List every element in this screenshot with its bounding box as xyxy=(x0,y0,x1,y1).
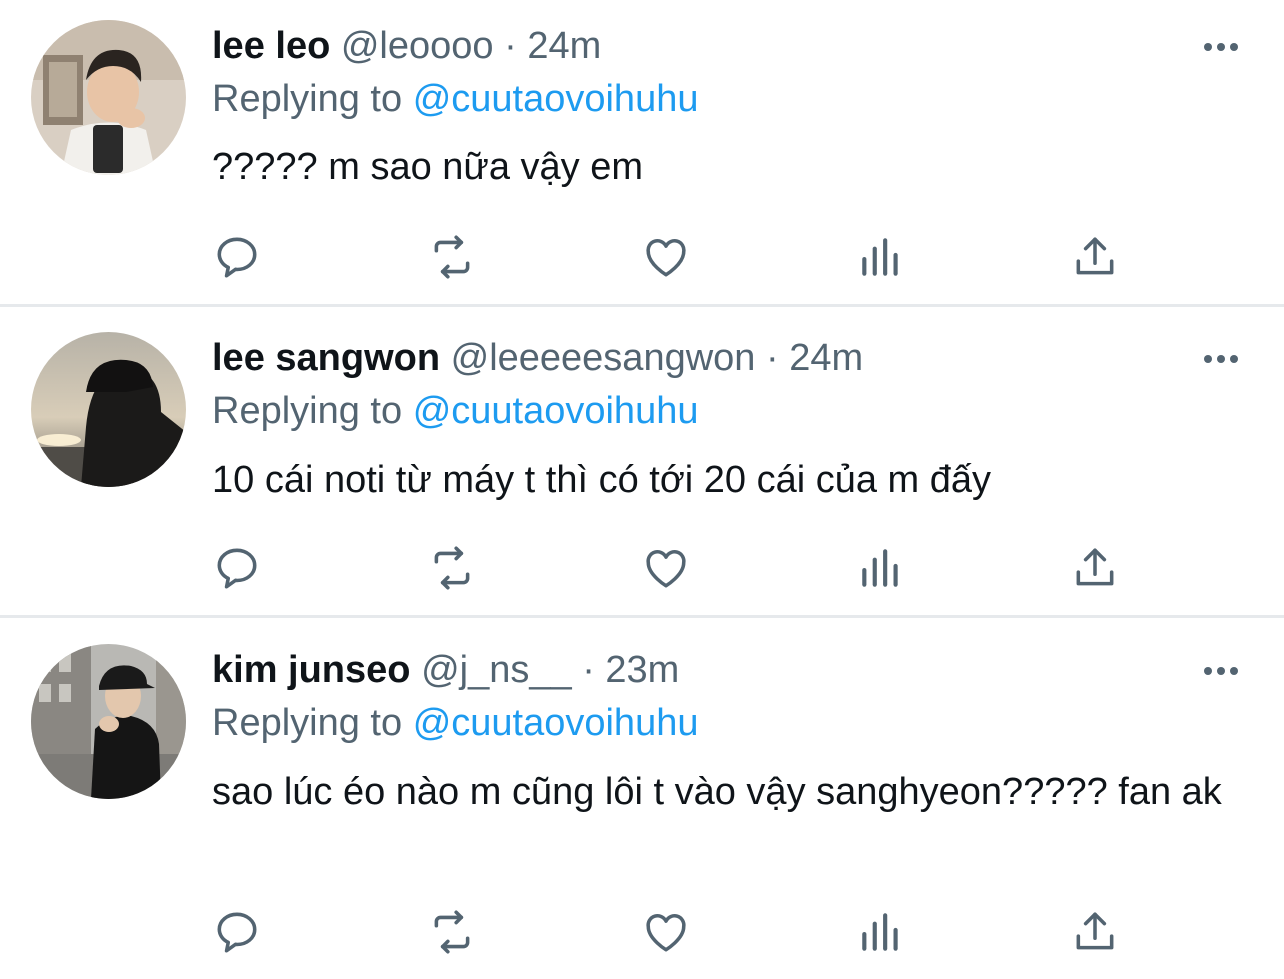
more-options-button[interactable] xyxy=(1196,347,1246,371)
avatar-photo-icon xyxy=(31,20,186,175)
share-button[interactable] xyxy=(1065,227,1125,287)
more-dot xyxy=(1230,355,1238,363)
more-options-button[interactable] xyxy=(1196,659,1246,683)
more-dot xyxy=(1204,355,1212,363)
retweet-icon xyxy=(434,910,470,954)
more-dot xyxy=(1230,43,1238,51)
tweet-divider xyxy=(0,304,1284,307)
user-handle[interactable]: @j_ns__ xyxy=(421,649,572,691)
tweet-header: lee sangwon @leeeeesangwon · 24m xyxy=(212,335,863,381)
analytics-icon xyxy=(862,549,898,587)
reply-button[interactable] xyxy=(207,902,267,962)
share-icon xyxy=(1076,912,1114,950)
reply-button[interactable] xyxy=(207,538,267,598)
separator-dot: · xyxy=(504,25,517,67)
tweet-text: sao lúc éo nào m cũng lôi t vào vậy sang… xyxy=(212,771,1222,813)
share-button[interactable] xyxy=(1065,902,1125,962)
analytics-button[interactable] xyxy=(851,538,911,598)
tweet-text: 10 cái noti từ máy t thì có tới 20 cái c… xyxy=(212,459,992,501)
avatar[interactable] xyxy=(31,644,186,799)
reply-icon xyxy=(217,237,257,278)
user-handle[interactable]: @leoooo xyxy=(341,25,494,67)
like-icon xyxy=(646,550,686,588)
replying-to-label: Replying to xyxy=(212,702,403,744)
analytics-icon xyxy=(862,913,898,951)
retweet-icon xyxy=(434,546,470,590)
retweet-icon xyxy=(434,235,470,279)
more-dot xyxy=(1204,667,1212,675)
timestamp[interactable]: 23m xyxy=(605,649,679,691)
tweet-header: kim junseo @j_ns__ · 23m xyxy=(212,647,679,693)
share-button[interactable] xyxy=(1065,538,1125,598)
timestamp[interactable]: 24m xyxy=(789,337,863,379)
replying-to-label: Replying to xyxy=(212,78,403,120)
tweet-divider xyxy=(0,615,1284,618)
retweet-button[interactable] xyxy=(422,538,482,598)
more-dot xyxy=(1217,667,1225,675)
retweet-button[interactable] xyxy=(422,227,482,287)
more-dot xyxy=(1217,43,1225,51)
like-button[interactable] xyxy=(636,538,696,598)
display-name[interactable]: lee leo xyxy=(212,25,330,67)
tweet-text: ????? m sao nữa vậy em xyxy=(212,146,644,188)
replying-to-label: Replying to xyxy=(212,390,403,432)
tweet-header: lee leo @leoooo · 24m xyxy=(212,23,601,69)
analytics-icon xyxy=(862,238,898,276)
analytics-button[interactable] xyxy=(851,227,911,287)
avatar[interactable] xyxy=(31,332,186,487)
replying-to-line: Replying to @cuutaovoihuhu xyxy=(212,388,698,434)
more-dot xyxy=(1230,667,1238,675)
reply-mention-link[interactable]: @cuutaovoihuhu xyxy=(413,78,699,120)
analytics-button[interactable] xyxy=(851,902,911,962)
timestamp[interactable]: 24m xyxy=(527,25,601,67)
like-button[interactable] xyxy=(636,227,696,287)
avatar-photo-icon xyxy=(31,644,186,799)
reply-icon xyxy=(217,912,257,953)
more-dot xyxy=(1204,43,1212,51)
display-name[interactable]: lee sangwon xyxy=(212,337,440,379)
replying-to-line: Replying to @cuutaovoihuhu xyxy=(212,700,698,746)
reply-mention-link[interactable]: @cuutaovoihuhu xyxy=(413,390,699,432)
like-icon xyxy=(646,239,686,277)
separator-dot: · xyxy=(582,649,595,691)
avatar-photo-icon xyxy=(31,332,186,487)
more-options-button[interactable] xyxy=(1196,35,1246,59)
avatar[interactable] xyxy=(31,20,186,175)
reply-mention-link[interactable]: @cuutaovoihuhu xyxy=(413,702,699,744)
share-icon xyxy=(1076,548,1114,586)
retweet-button[interactable] xyxy=(422,902,482,962)
separator-dot: · xyxy=(766,337,779,379)
like-icon xyxy=(646,914,686,952)
replying-to-line: Replying to @cuutaovoihuhu xyxy=(212,76,698,122)
share-icon xyxy=(1076,237,1114,275)
user-handle[interactable]: @leeeeesangwon xyxy=(451,337,756,379)
more-dot xyxy=(1217,355,1225,363)
reply-button[interactable] xyxy=(207,227,267,287)
like-button[interactable] xyxy=(636,902,696,962)
reply-icon xyxy=(217,548,257,589)
display-name[interactable]: kim junseo xyxy=(212,649,411,691)
